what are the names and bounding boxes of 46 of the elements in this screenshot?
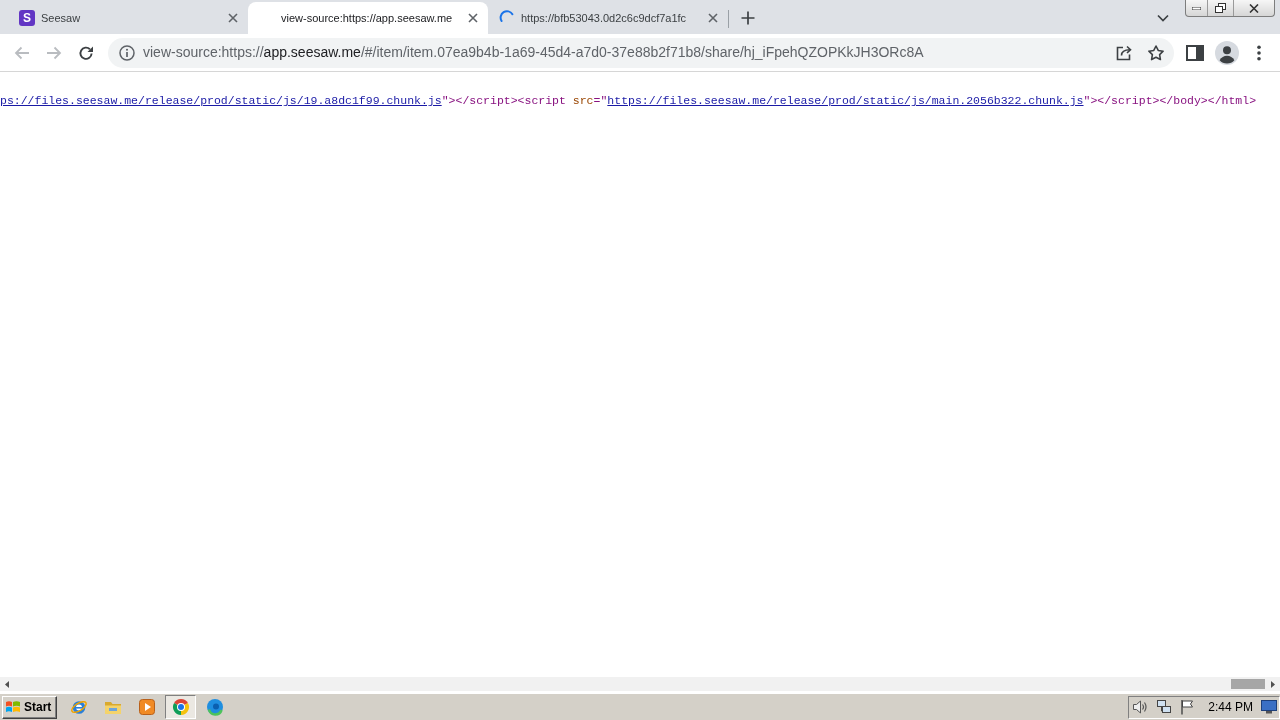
minimize-icon — [1192, 6, 1201, 10]
play-icon — [138, 699, 155, 715]
html-tag-text: "></script></body></html> — [1083, 94, 1257, 107]
address-bar[interactable]: view-source:https://app.seesaw.me/#/item/item.07ea9b4b-1a69-45d4-a7d0-37e88b2f71b8/share/hj_iFpehQZOPKkJH3ORc8A — [108, 37, 1174, 68]
flag-icon[interactable] — [1180, 699, 1195, 715]
scrollbar-thumb[interactable] — [1231, 679, 1265, 689]
show-desktop-button[interactable] — [1261, 700, 1277, 714]
star-icon — [1147, 43, 1165, 62]
ringed-globe-icon — [69, 698, 88, 716]
right-triangle-icon — [1271, 680, 1275, 688]
taskbar-app-button[interactable] — [165, 695, 196, 719]
close-icon — [468, 13, 478, 23]
folder-icon — [103, 699, 122, 715]
left-triangle-icon — [5, 680, 9, 688]
start-button[interactable]: Start — [2, 695, 57, 719]
browser-tab[interactable]: https://bfb53043.0d2c6c9dcf7a1fc — [488, 2, 728, 34]
profile-button[interactable] — [1213, 38, 1241, 67]
close-icon — [708, 13, 718, 23]
profile-icon — [1215, 40, 1239, 65]
restore-icon — [1215, 3, 1226, 13]
html-tag-text: =" — [593, 94, 608, 107]
speaker-icon[interactable] — [1132, 699, 1149, 715]
html-tag-text: "></script><script — [441, 94, 567, 107]
side-panel-icon — [1186, 44, 1204, 61]
info-icon — [119, 44, 135, 61]
monitor-icon — [1261, 700, 1277, 714]
reload-icon — [78, 44, 94, 61]
clock-text: 2:44 PM — [1208, 699, 1253, 716]
browser-tab[interactable]: view-source:https://app.seesaw.me — [248, 2, 488, 34]
more-icon — [1257, 44, 1261, 61]
share-icon — [1115, 43, 1133, 62]
source-link[interactable]: ps://files.seesaw.me/release/prod/static/js/19.a8dc1f99.chunk.js — [0, 94, 442, 107]
tricolor-circle-icon — [171, 698, 190, 716]
close-icon — [228, 13, 238, 23]
forward-arrow-icon — [46, 44, 62, 61]
site-logo: S — [19, 10, 35, 26]
plus-icon — [741, 11, 755, 25]
start-logo-icon — [5, 700, 21, 714]
close-icon — [1249, 3, 1259, 13]
swirl-icon — [205, 698, 224, 716]
browser-tab[interactable]: S Seesaw — [8, 2, 248, 34]
source-link[interactable]: https://files.seesaw.me/release/prod/static/js/main.2056b322.chunk.js — [607, 94, 1084, 107]
attribute-name-text: src — [572, 94, 594, 107]
back-arrow-icon — [14, 44, 30, 61]
chevron-down-icon — [1157, 14, 1169, 22]
network-icon[interactable] — [1156, 699, 1173, 715]
